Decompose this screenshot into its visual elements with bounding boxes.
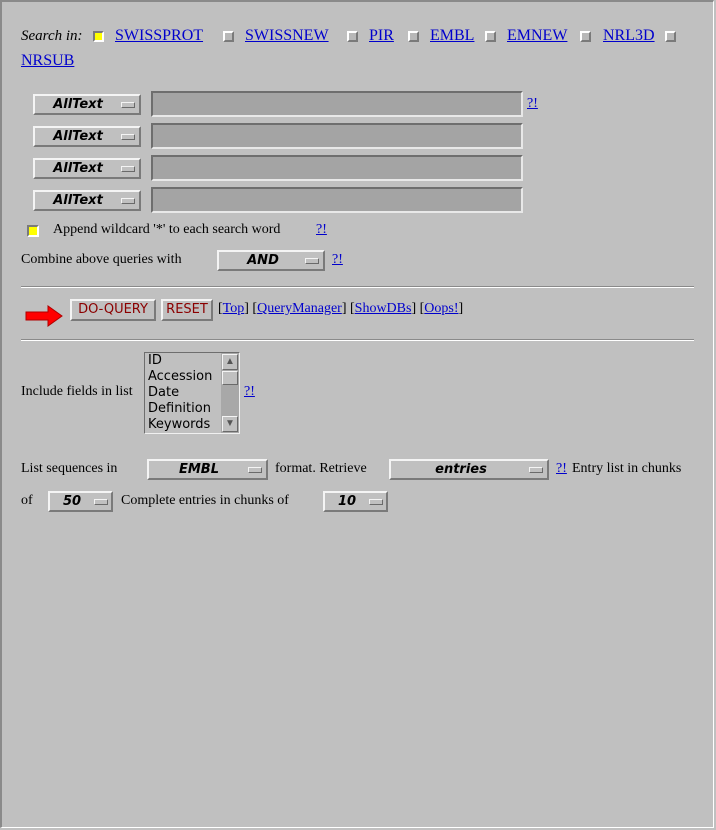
- format-retrieve-label: format. Retrieve: [275, 461, 367, 476]
- query-input-1[interactable]: [151, 91, 523, 117]
- dropdown-indicator-icon: [248, 467, 262, 473]
- db-link-swissprot[interactable]: SWISSPROT: [115, 27, 203, 45]
- db-link-pir[interactable]: PIR: [369, 27, 394, 45]
- checkbox-nrsub[interactable]: [665, 31, 676, 42]
- list-item[interactable]: Date: [148, 385, 222, 401]
- list-item[interactable]: Definition: [148, 401, 222, 417]
- scroll-down-icon[interactable]: ▼: [222, 416, 238, 432]
- field-select-4-value: AllText: [53, 193, 103, 208]
- query-input-4[interactable]: [151, 187, 523, 213]
- field-select-3-value: AllText: [53, 161, 103, 176]
- query-input-2[interactable]: [151, 123, 523, 149]
- chunk-select[interactable]: 50: [48, 491, 113, 512]
- help-link-retrieve[interactable]: ?!: [556, 461, 567, 477]
- list-item[interactable]: Keywords: [148, 417, 222, 433]
- field-select-2-value: AllText: [53, 129, 103, 144]
- db-link-nrl3d[interactable]: NRL3D: [603, 27, 655, 45]
- combine-label: Combine above queries with: [21, 252, 182, 267]
- scroll-up-icon[interactable]: ▲: [222, 354, 238, 370]
- checkbox-swissprot[interactable]: [93, 31, 104, 42]
- list-sequences-label: List sequences in: [21, 461, 118, 476]
- divider: [21, 339, 694, 341]
- dropdown-indicator-icon: [369, 499, 383, 505]
- complete-chunk-select[interactable]: 10: [323, 491, 388, 512]
- querymanager-link[interactable]: QueryManager: [257, 301, 342, 316]
- of-label: of: [21, 493, 33, 508]
- dropdown-indicator-icon: [94, 499, 108, 505]
- checkbox-swissnew[interactable]: [223, 31, 234, 42]
- complete-entries-label: Complete entries in chunks of: [121, 493, 289, 508]
- field-select-1-value: AllText: [53, 97, 103, 112]
- field-select-1[interactable]: AllText: [33, 94, 141, 115]
- db-link-nrsub[interactable]: NRSUB: [21, 52, 74, 70]
- divider: [21, 286, 694, 288]
- checkbox-emnew[interactable]: [485, 31, 496, 42]
- showdbs-link[interactable]: ShowDBs: [355, 301, 412, 316]
- dropdown-indicator-icon: [121, 166, 135, 172]
- oops-link[interactable]: Oops!: [424, 301, 458, 316]
- include-fields-label: Include fields in list: [21, 384, 133, 399]
- complete-chunk-select-value: 10: [337, 494, 357, 509]
- dropdown-indicator-icon: [121, 134, 135, 140]
- combine-select[interactable]: AND: [217, 250, 325, 271]
- dropdown-indicator-icon: [121, 198, 135, 204]
- field-select-3[interactable]: AllText: [33, 158, 141, 179]
- help-link-query[interactable]: ?!: [527, 96, 538, 112]
- dropdown-indicator-icon: [305, 258, 319, 264]
- combine-select-value: AND: [247, 253, 279, 268]
- chunk-select-value: 50: [62, 494, 82, 509]
- include-fields-listbox[interactable]: ID Accession Date Definition Keywords ▲ …: [144, 352, 240, 434]
- field-select-2[interactable]: AllText: [33, 126, 141, 147]
- entry-list-chunks-label: Entry list in chunks: [572, 461, 682, 476]
- db-link-swissnew[interactable]: SWISSNEW: [245, 27, 329, 45]
- retrieve-select[interactable]: entries: [389, 459, 549, 480]
- nav-links: [Top] [QueryManager] [ShowDBs] [Oops!]: [218, 301, 464, 316]
- query-input-3[interactable]: [151, 155, 523, 181]
- help-link-combine[interactable]: ?!: [332, 252, 343, 268]
- red-arrow-icon: [25, 305, 63, 327]
- format-select[interactable]: EMBL: [147, 459, 268, 480]
- db-link-embl[interactable]: EMBL: [430, 27, 474, 45]
- dropdown-indicator-icon: [121, 102, 135, 108]
- field-select-4[interactable]: AllText: [33, 190, 141, 211]
- scroll-thumb[interactable]: [222, 371, 238, 385]
- listbox-scrollbar[interactable]: ▲ ▼: [221, 353, 239, 433]
- wildcard-checkbox[interactable]: [27, 225, 39, 237]
- db-link-emnew[interactable]: EMNEW: [507, 27, 567, 45]
- top-link[interactable]: Top: [223, 301, 245, 316]
- reset-button[interactable]: RESET: [161, 299, 213, 321]
- help-link-fields[interactable]: ?!: [244, 384, 255, 400]
- retrieve-select-value: entries: [435, 462, 487, 477]
- dropdown-indicator-icon: [529, 467, 543, 473]
- search-in-label: Search in:: [21, 28, 83, 44]
- format-select-value: EMBL: [178, 462, 219, 477]
- list-item[interactable]: ID: [148, 353, 222, 369]
- checkbox-nrl3d[interactable]: [580, 31, 591, 42]
- wildcard-label: Append wildcard '*' to each search word: [53, 222, 281, 237]
- checkbox-embl[interactable]: [408, 31, 419, 42]
- help-link-wildcard[interactable]: ?!: [316, 222, 327, 238]
- list-item[interactable]: Accession: [148, 369, 222, 385]
- do-query-button[interactable]: DO-QUERY: [70, 299, 156, 321]
- checkbox-pir[interactable]: [347, 31, 358, 42]
